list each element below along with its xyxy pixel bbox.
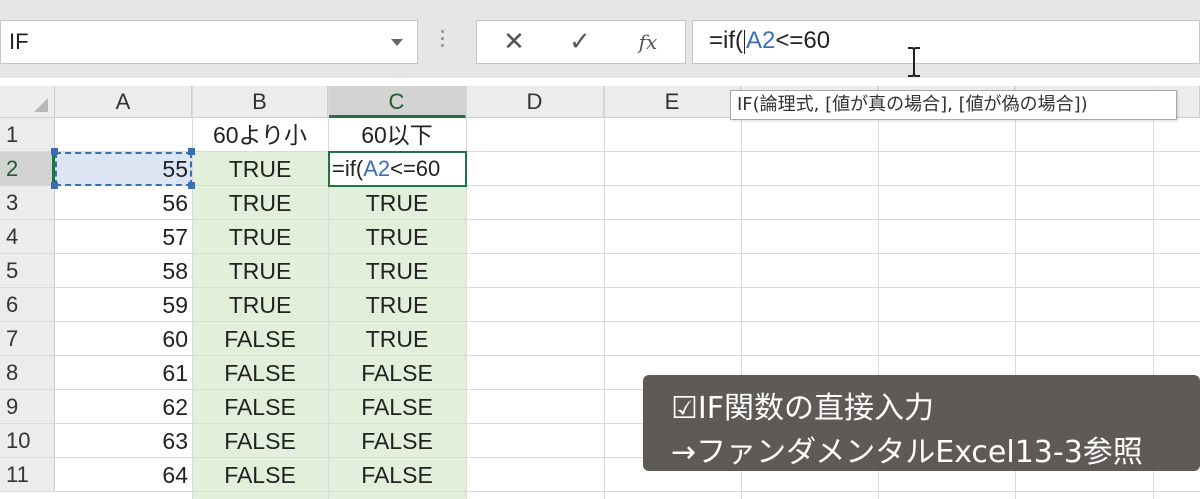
row-header-5[interactable]: 5 xyxy=(0,254,55,288)
formula-buttons: ✕ ✓ fx xyxy=(476,20,686,64)
cell-b1[interactable]: 60より小 xyxy=(192,118,328,152)
cell-b3[interactable]: TRUE xyxy=(192,186,328,220)
row-header-7[interactable]: 7 xyxy=(0,322,55,356)
row-header-10[interactable]: 10 xyxy=(0,424,55,458)
cell-a9[interactable]: 62 xyxy=(55,390,192,424)
cell-b2[interactable]: TRUE xyxy=(192,152,328,186)
drag-handle-icon[interactable] xyxy=(441,30,445,56)
name-box-dropdown-icon[interactable] xyxy=(391,39,403,46)
column-header-e[interactable]: E xyxy=(604,86,741,118)
enter-icon[interactable]: ✓ xyxy=(555,21,605,63)
row-header-8[interactable]: 8 xyxy=(0,356,55,390)
cell-b5[interactable]: TRUE xyxy=(192,254,328,288)
grid-line xyxy=(604,86,605,499)
cell-b10[interactable]: FALSE xyxy=(192,424,328,458)
cancel-icon[interactable]: ✕ xyxy=(489,21,539,63)
column-header-c[interactable]: C xyxy=(328,86,466,118)
caption-line-1: ☑IF関数の直接入力 xyxy=(671,391,934,426)
cell-a4[interactable]: 57 xyxy=(55,220,192,254)
cell-a7[interactable]: 60 xyxy=(55,322,192,356)
formula-suffix: <=60 xyxy=(775,27,831,54)
cell-a11[interactable]: 64 xyxy=(55,458,192,492)
cell-c2-formula: =if(A2<=60 xyxy=(332,152,465,186)
row-header-11[interactable]: 11 xyxy=(0,458,55,492)
ibeam-cursor-icon xyxy=(908,47,920,77)
cell-c3[interactable]: TRUE xyxy=(328,186,466,220)
ribbon-edge xyxy=(0,0,1200,12)
cell-c4[interactable]: TRUE xyxy=(328,220,466,254)
cell-c6[interactable]: TRUE xyxy=(328,288,466,322)
formula-input[interactable]: =if(A2<=60 xyxy=(692,20,1200,64)
formula-ref: A2 xyxy=(746,27,776,54)
name-box-value: IF xyxy=(9,29,29,54)
cell-c7[interactable]: TRUE xyxy=(328,322,466,356)
cell-b8[interactable]: FALSE xyxy=(192,356,328,390)
select-all-button[interactable] xyxy=(0,86,55,118)
column-header-b[interactable]: B xyxy=(192,86,328,118)
cell-c2-editing[interactable]: =if(A2<=60 xyxy=(328,151,467,187)
row-header-2[interactable]: 2 xyxy=(0,152,55,186)
c2-formula-ref: A2 xyxy=(363,156,391,181)
cell-c11[interactable]: FALSE xyxy=(328,458,466,492)
cell-c5[interactable]: TRUE xyxy=(328,254,466,288)
cell-c1[interactable]: 60以下 xyxy=(328,118,466,152)
cell-c10[interactable]: FALSE xyxy=(328,424,466,458)
cell-a8[interactable]: 61 xyxy=(55,356,192,390)
grid-line xyxy=(466,86,467,499)
row-header-3[interactable]: 3 xyxy=(0,186,55,220)
cell-b9[interactable]: FALSE xyxy=(192,390,328,424)
c2-formula-prefix: =if( xyxy=(332,156,364,181)
cell-c9[interactable]: FALSE xyxy=(328,390,466,424)
formula-prefix: =if( xyxy=(709,27,744,54)
caption-line-2: →ファンダメンタルExcel13-3参照 xyxy=(671,435,1143,470)
cell-a10[interactable]: 63 xyxy=(55,424,192,458)
row-header-6[interactable]: 6 xyxy=(0,288,55,322)
row-header-4[interactable]: 4 xyxy=(0,220,55,254)
cell-b7[interactable]: FALSE xyxy=(192,322,328,356)
row-header-1[interactable]: 1 xyxy=(0,118,55,152)
c2-formula-suffix: <=60 xyxy=(390,156,441,181)
function-tooltip: IF(論理式, [値が真の場合], [値が偽の場合]) xyxy=(730,90,1177,120)
row-header-9[interactable]: 9 xyxy=(0,390,55,424)
column-header-a[interactable]: A xyxy=(55,86,192,118)
cell-a6[interactable]: 59 xyxy=(55,288,192,322)
insert-function-icon[interactable]: fx xyxy=(623,21,673,63)
cell-c8[interactable]: FALSE xyxy=(328,356,466,390)
cell-a2[interactable]: 55 xyxy=(55,152,192,186)
cell-a5[interactable]: 58 xyxy=(55,254,192,288)
text-caret xyxy=(744,29,746,54)
cell-b4[interactable]: TRUE xyxy=(192,220,328,254)
cell-b6[interactable]: TRUE xyxy=(192,288,328,322)
column-header-d[interactable]: D xyxy=(466,86,604,118)
caption-overlay: ☑IF関数の直接入力 →ファンダメンタルExcel13-3参照 xyxy=(643,375,1200,471)
cell-b11[interactable]: FALSE xyxy=(192,458,328,492)
cell-a3[interactable]: 56 xyxy=(55,186,192,220)
name-box[interactable]: IF xyxy=(0,20,418,64)
